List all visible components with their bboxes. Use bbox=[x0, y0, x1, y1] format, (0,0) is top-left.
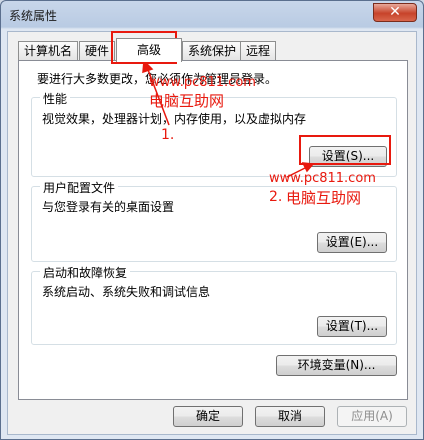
user-profiles-title: 用户配置文件 bbox=[40, 179, 119, 196]
startup-recovery-group: 启动和故障恢复 系统启动、系统失败和调试信息 设置(T)... bbox=[31, 264, 397, 345]
user-profiles-settings-button[interactable]: 设置(E)... bbox=[317, 232, 387, 253]
tab-computer-name[interactable]: 计算机名 bbox=[18, 41, 79, 61]
tab-remote[interactable]: 远程 bbox=[240, 41, 277, 61]
annotation-site-1: 电脑互助网 bbox=[149, 92, 225, 110]
tab-advanced[interactable]: 高级 bbox=[116, 38, 182, 62]
ok-button[interactable]: 确定 bbox=[173, 406, 243, 427]
annotation-step-1: 1. bbox=[161, 127, 175, 143]
startup-recovery-title: 启动和故障恢复 bbox=[40, 264, 131, 281]
environment-variables-button[interactable]: 环境变量(N)... bbox=[276, 355, 397, 376]
system-properties-window: 系统属性 ✕ 计算机名 硬件 高级 系统保护 远程 要进行大多数更改，您必须作为… bbox=[0, 0, 424, 440]
annotation-url-1: www.pc811.com bbox=[149, 75, 256, 90]
performance-description: 视觉效果，处理器计划，内存使用，以及虚拟内存 bbox=[42, 112, 307, 126]
tab-system-protection[interactable]: 系统保护 bbox=[182, 41, 243, 61]
annotation-step-2: 2. bbox=[269, 189, 283, 205]
startup-recovery-settings-button[interactable]: 设置(T)... bbox=[317, 316, 387, 337]
window-title: 系统属性 bbox=[9, 9, 58, 23]
cancel-button[interactable]: 取消 bbox=[255, 406, 325, 427]
title-bar[interactable]: 系统属性 ✕ bbox=[1, 1, 423, 27]
close-icon: ✕ bbox=[389, 4, 401, 20]
performance-title: 性能 bbox=[40, 90, 71, 107]
advanced-tab-panel: 要进行大多数更改，您必须作为管理员登录。 性能 视觉效果，处理器计划，内存使用，… bbox=[18, 60, 408, 400]
user-profiles-description: 与您登录有关的桌面设置 bbox=[42, 200, 175, 214]
performance-button-highlight-box bbox=[299, 135, 391, 165]
tab-hardware[interactable]: 硬件 bbox=[79, 41, 116, 61]
annotation-site-2: 电脑互助网 bbox=[286, 189, 362, 207]
apply-button[interactable]: 应用(A) bbox=[337, 406, 407, 427]
startup-recovery-description: 系统启动、系统失败和调试信息 bbox=[42, 285, 211, 299]
close-button[interactable]: ✕ bbox=[373, 3, 417, 22]
annotation-url-2: www.pc811.com bbox=[269, 171, 376, 186]
